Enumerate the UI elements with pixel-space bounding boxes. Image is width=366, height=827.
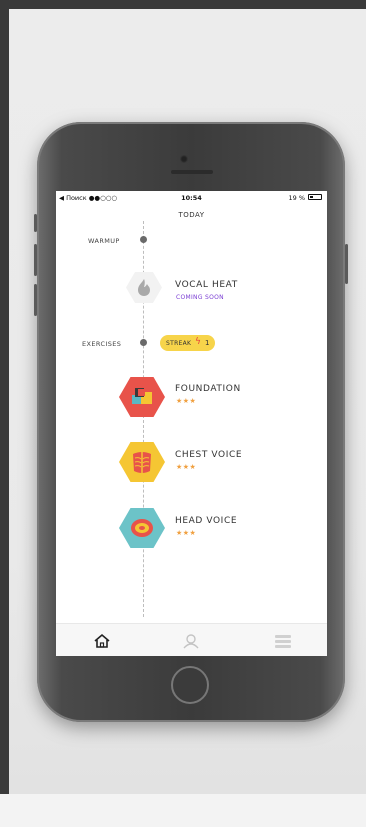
tab-home[interactable] — [91, 631, 113, 651]
tab-bar — [56, 623, 327, 656]
page-title: TODAY — [178, 211, 205, 219]
volume-down-button — [34, 284, 37, 316]
power-button — [345, 244, 348, 284]
ribcage-icon — [119, 442, 165, 482]
home-icon — [94, 633, 110, 648]
volume-up-button — [34, 244, 37, 276]
item-title: CHEST VOICE — [175, 450, 243, 460]
star-rating: ★★★ — [176, 463, 197, 471]
star-rating: ★★★ — [176, 529, 197, 537]
user-icon — [183, 634, 199, 649]
battery-icon — [308, 194, 322, 200]
tab-profile[interactable] — [180, 631, 202, 651]
star-rating: ★★★ — [176, 397, 197, 405]
streak-count: 1 — [205, 339, 210, 347]
item-title: FOUNDATION — [175, 384, 241, 394]
item-title: HEAD VOICE — [175, 516, 238, 526]
blocks-icon — [119, 377, 165, 417]
section-label-warmup: WARMUP — [88, 237, 120, 245]
app-screen: ◀ Поиск ●●○○○ 10:54 19 % TODAY WARMUP VO… — [56, 191, 327, 656]
bottom-strip — [0, 794, 366, 827]
front-camera — [180, 155, 188, 163]
item-status: COMING SOON — [176, 294, 224, 301]
timeline-dot-warmup — [140, 236, 147, 243]
tab-menu[interactable] — [272, 631, 294, 651]
phone-frame: ◀ Поиск ●●○○○ 10:54 19 % TODAY WARMUP VO… — [34, 122, 348, 722]
clock-text: 10:54 — [181, 194, 202, 202]
brain-icon — [119, 508, 165, 548]
streak-label: STREAK — [166, 340, 192, 347]
lightning-icon: ϟ — [195, 337, 202, 347]
list-icon — [275, 635, 291, 648]
battery-percent: 19 % — [288, 194, 305, 202]
status-bar: ◀ Поиск ●●○○○ 10:54 19 % — [56, 191, 327, 203]
timeline-dot-exercises — [140, 339, 147, 346]
home-hardware-button[interactable] — [171, 666, 209, 704]
streak-badge: STREAK ϟ 1 — [160, 335, 215, 351]
mute-switch — [34, 214, 37, 232]
section-label-exercises: EXERCISES — [82, 340, 122, 348]
flame-icon — [126, 272, 162, 303]
earpiece-speaker — [171, 170, 213, 174]
item-title: VOCAL HEAT — [175, 280, 238, 290]
